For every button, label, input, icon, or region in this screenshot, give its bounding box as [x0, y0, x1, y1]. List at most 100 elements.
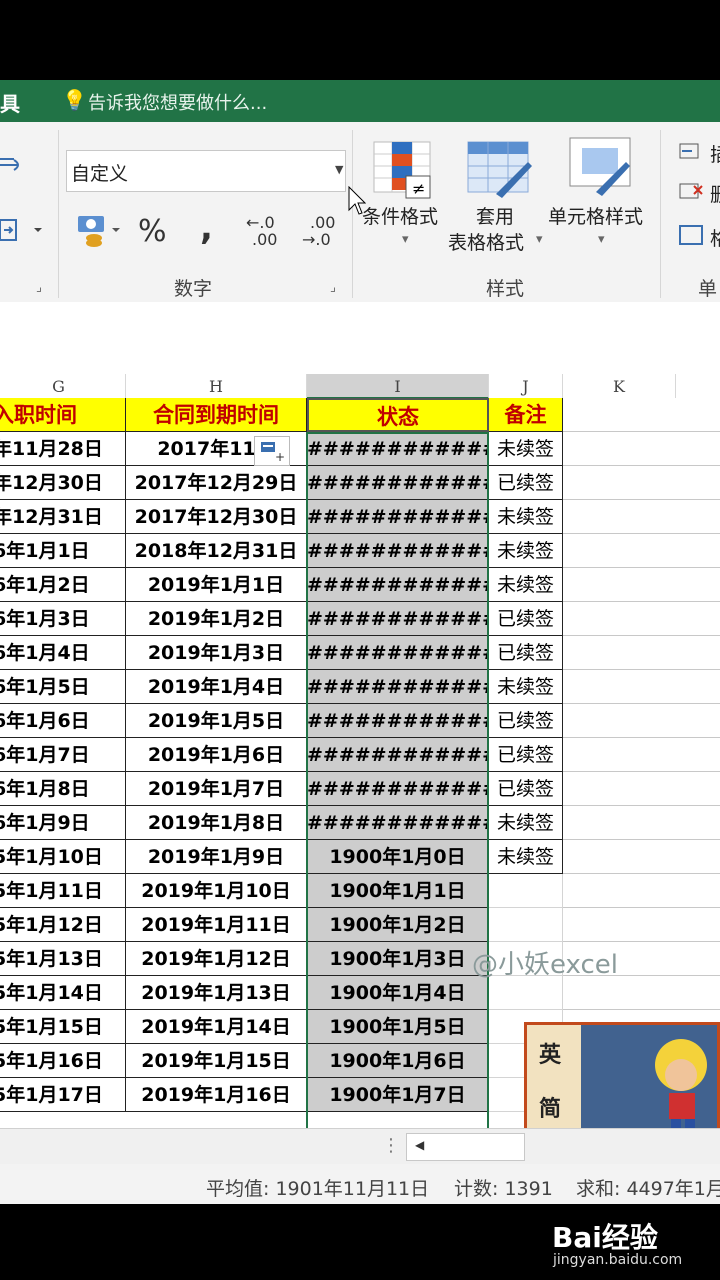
- cell[interactable]: [563, 772, 720, 806]
- contract-end-cell[interactable]: 2019年1月7日: [126, 772, 307, 806]
- dialog-launcher-icon[interactable]: ⌟: [36, 280, 42, 295]
- hire-date-cell[interactable]: 6年1月8日: [0, 772, 126, 806]
- column-header-j[interactable]: J: [489, 374, 563, 400]
- contract-end-cell[interactable]: 2019年1月6日: [126, 738, 307, 772]
- insert-cells-label[interactable]: 插: [710, 140, 720, 167]
- hire-date-cell[interactable]: 年12月31日: [0, 500, 126, 534]
- contract-end-cell[interactable]: 2019年1月4日: [126, 670, 307, 704]
- hire-date-cell[interactable]: 6年1月5日: [0, 670, 126, 704]
- tell-me-search[interactable]: 告诉我您想要做什么...: [88, 89, 267, 115]
- contract-end-cell[interactable]: 2019年1月8日: [126, 806, 307, 840]
- merge-center-icon[interactable]: [0, 218, 44, 244]
- notes-cell[interactable]: 未续签: [489, 840, 563, 874]
- cell[interactable]: [563, 500, 720, 534]
- column-header-i[interactable]: I: [307, 374, 489, 400]
- contract-end-cell[interactable]: 2018年12月31日: [126, 534, 307, 568]
- status-cell[interactable]: 1900年1月2日: [307, 908, 489, 942]
- hire-date-cell[interactable]: 5年1月12日: [0, 908, 126, 942]
- header-cell-status[interactable]: 状态: [307, 398, 489, 432]
- status-cell[interactable]: #############: [307, 704, 489, 738]
- status-cell[interactable]: 1900年1月3日: [307, 942, 489, 976]
- contract-end-cell[interactable]: 2019年1月10日: [126, 874, 307, 908]
- delete-cells-label[interactable]: 删: [710, 180, 720, 207]
- hire-date-cell[interactable]: 年11月28日: [0, 432, 126, 466]
- notes-cell[interactable]: 已续签: [489, 738, 563, 772]
- insert-cells-icon[interactable]: [678, 140, 706, 164]
- number-format-dropdown[interactable]: 自定义 ▼: [66, 150, 346, 192]
- decrease-decimal-button[interactable]: .00 →.0: [302, 214, 342, 254]
- hire-date-cell[interactable]: 5年1月17日: [0, 1078, 126, 1112]
- header-cell-contract-end[interactable]: 合同到期时间: [126, 398, 307, 432]
- status-cell[interactable]: #############: [307, 432, 489, 466]
- hire-date-cell[interactable]: 6年1月3日: [0, 602, 126, 636]
- column-header-g[interactable]: G: [0, 374, 126, 400]
- contract-end-cell[interactable]: 2019年1月14日: [126, 1010, 307, 1044]
- contract-end-cell[interactable]: 2019年1月9日: [126, 840, 307, 874]
- notes-cell[interactable]: 已续签: [489, 772, 563, 806]
- hire-date-cell[interactable]: 5年1月15日: [0, 1010, 126, 1044]
- contract-end-cell[interactable]: 2019年1月16日: [126, 1078, 307, 1112]
- notes-cell[interactable]: [489, 976, 563, 1010]
- contract-end-cell[interactable]: 2019年1月2日: [126, 602, 307, 636]
- format-as-table-icon[interactable]: [466, 140, 532, 200]
- cell[interactable]: [563, 432, 720, 466]
- notes-cell[interactable]: 未续签: [489, 806, 563, 840]
- column-header-k[interactable]: K: [563, 374, 676, 400]
- cell[interactable]: [563, 466, 720, 500]
- cell[interactable]: [563, 602, 720, 636]
- notes-cell[interactable]: 未续签: [489, 568, 563, 602]
- hire-date-cell[interactable]: 6年1月7日: [0, 738, 126, 772]
- percent-style-button[interactable]: %: [138, 214, 167, 249]
- hire-date-cell[interactable]: 5年1月13日: [0, 942, 126, 976]
- contract-end-cell[interactable]: 2017年12月29日: [126, 466, 307, 500]
- comma-style-button[interactable]: ,: [200, 208, 213, 248]
- formula-bar[interactable]: [0, 302, 720, 357]
- contract-end-cell[interactable]: 2019年1月1日: [126, 568, 307, 602]
- notes-cell[interactable]: 已续签: [489, 636, 563, 670]
- status-cell[interactable]: #############: [307, 602, 489, 636]
- cell-styles-icon[interactable]: [568, 136, 634, 200]
- status-cell[interactable]: 1900年1月6日: [307, 1044, 489, 1078]
- contract-end-cell[interactable]: 2017年12月30日: [126, 500, 307, 534]
- contract-end-cell[interactable]: 2019年1月3日: [126, 636, 307, 670]
- cell[interactable]: [563, 908, 720, 942]
- status-cell[interactable]: #############: [307, 466, 489, 500]
- conditional-formatting-button[interactable]: 条件格式: [362, 202, 438, 229]
- accounting-format-icon[interactable]: [76, 214, 122, 248]
- header-cell-notes[interactable]: 备注: [489, 398, 563, 432]
- hire-date-cell[interactable]: 5年1月16日: [0, 1044, 126, 1078]
- number-dialog-launcher-icon[interactable]: ⌟: [330, 280, 336, 295]
- scroll-left-button[interactable]: ◀: [406, 1133, 436, 1161]
- hire-date-cell[interactable]: 5年1月10日: [0, 840, 126, 874]
- cell[interactable]: [563, 874, 720, 908]
- notes-cell[interactable]: 未续签: [489, 432, 563, 466]
- delete-cells-icon[interactable]: [678, 180, 706, 204]
- status-cell[interactable]: #############: [307, 568, 489, 602]
- cell-styles-button[interactable]: 单元格样式: [548, 202, 643, 229]
- status-cell[interactable]: #############: [307, 772, 489, 806]
- status-cell[interactable]: 1900年1月4日: [307, 976, 489, 1010]
- header-cell-hire-date[interactable]: 入职时间: [0, 398, 126, 432]
- hire-date-cell[interactable]: 6年1月9日: [0, 806, 126, 840]
- cell[interactable]: [563, 704, 720, 738]
- status-cell[interactable]: 1900年1月0日: [307, 840, 489, 874]
- hire-date-cell[interactable]: 6年1月1日: [0, 534, 126, 568]
- notes-cell[interactable]: 已续签: [489, 602, 563, 636]
- cell[interactable]: [563, 534, 720, 568]
- status-cell[interactable]: #############: [307, 534, 489, 568]
- cell[interactable]: [563, 738, 720, 772]
- status-cell[interactable]: #############: [307, 738, 489, 772]
- horizontal-scrollbar[interactable]: [434, 1133, 525, 1161]
- status-cell[interactable]: #############: [307, 670, 489, 704]
- status-cell[interactable]: 1900年1月1日: [307, 874, 489, 908]
- format-cells-icon[interactable]: [678, 222, 706, 250]
- column-header-h[interactable]: H: [126, 374, 307, 400]
- cell[interactable]: [563, 840, 720, 874]
- paste-options-icon[interactable]: +: [254, 436, 290, 466]
- notes-cell[interactable]: 未续签: [489, 670, 563, 704]
- cell[interactable]: [563, 670, 720, 704]
- cell[interactable]: [563, 568, 720, 602]
- notes-cell[interactable]: 已续签: [489, 704, 563, 738]
- hire-date-cell[interactable]: 5年1月14日: [0, 976, 126, 1010]
- hire-date-cell[interactable]: 6年1月6日: [0, 704, 126, 738]
